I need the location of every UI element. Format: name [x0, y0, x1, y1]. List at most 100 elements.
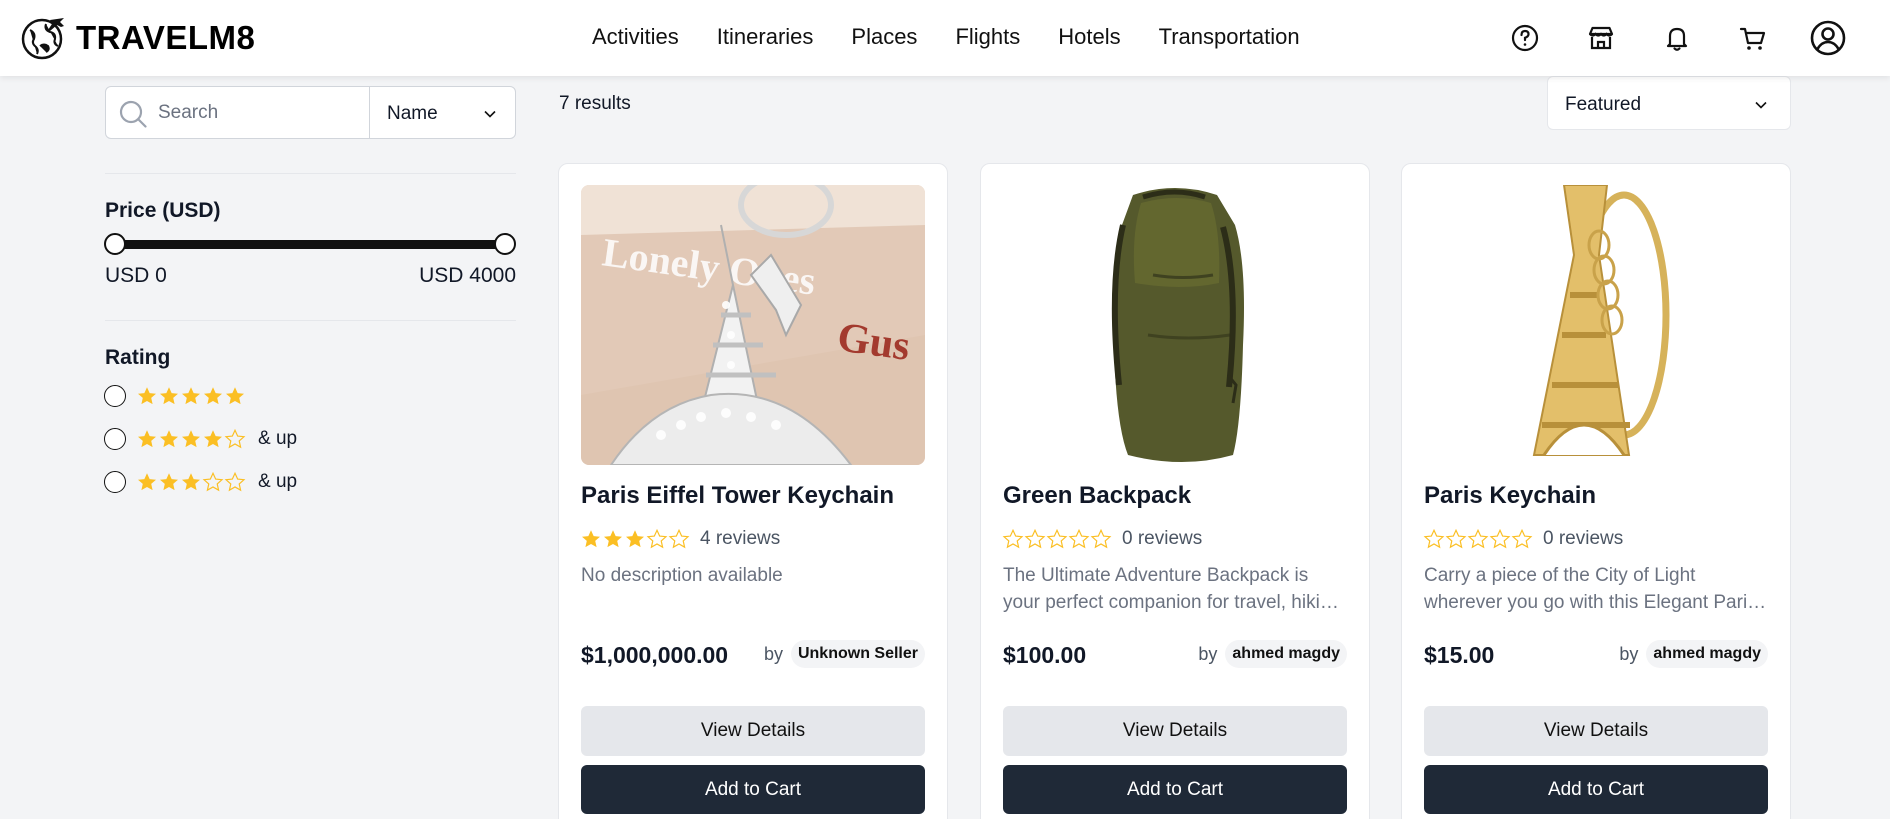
product-rating: 0 reviews [1423, 528, 1623, 550]
product-card: Paris Keychain 0 reviews Carry a piece o… [1401, 163, 1791, 819]
star-filled-icon [158, 471, 180, 493]
search-bar [105, 86, 370, 139]
divider [105, 320, 516, 321]
product-rating: 0 reviews [1002, 528, 1202, 550]
product-price: $100.00 [1003, 642, 1087, 668]
by-label: by [763, 643, 783, 664]
star-empty-icon [1423, 528, 1445, 550]
star-filled-icon [580, 528, 602, 550]
star-filled-icon [180, 428, 202, 450]
store-icon[interactable] [1583, 20, 1619, 56]
star-empty-icon [1489, 528, 1511, 550]
product-title[interactable]: Paris Eiffel Tower Keychain [581, 482, 894, 510]
nav-itineraries[interactable]: Itineraries [717, 22, 814, 52]
rating-option-3-up[interactable]: & up [104, 471, 297, 493]
review-count: 0 reviews [1122, 528, 1203, 549]
star-filled-icon [136, 428, 158, 450]
product-image[interactable] [1003, 185, 1347, 465]
rating-suffix: & up [258, 428, 298, 449]
product-title[interactable]: Green Backpack [1003, 482, 1191, 510]
star-empty-icon [1002, 528, 1024, 550]
star-empty-icon [1068, 528, 1090, 550]
view-details-button[interactable]: View Details [581, 706, 925, 756]
help-icon[interactable] [1507, 20, 1543, 56]
bell-icon[interactable] [1659, 20, 1695, 56]
nav-flights[interactable]: Flights [955, 22, 1020, 52]
star-empty-icon [646, 528, 668, 550]
star-empty-icon [1046, 528, 1068, 550]
view-details-button[interactable]: View Details [1003, 706, 1347, 756]
sort-by-select[interactable]: Name [369, 86, 516, 139]
price-slider-max-handle[interactable] [494, 233, 516, 255]
star-filled-icon [602, 528, 624, 550]
product-image[interactable] [1424, 185, 1768, 465]
star-empty-icon [1445, 528, 1467, 550]
rating-suffix: & up [258, 471, 298, 492]
star-empty-icon [1090, 528, 1112, 550]
cart-icon[interactable] [1735, 20, 1771, 56]
main-nav: Activities Itineraries Places Flights Ho… [592, 22, 1338, 52]
chevron-down-icon [484, 110, 496, 118]
price-min-label: USD 0 [105, 264, 167, 287]
product-description: The Ultimate Adventure Backpack is your … [1003, 565, 1347, 613]
sort-by-value: Name [387, 103, 438, 124]
chevron-down-icon [1755, 101, 1767, 109]
product-title[interactable]: Paris Keychain [1424, 482, 1596, 510]
product-price: $15.00 [1424, 642, 1495, 668]
product-description: No description available [581, 565, 783, 586]
add-to-cart-button[interactable]: Add to Cart [1003, 765, 1347, 814]
price-slider-min-handle[interactable] [104, 233, 126, 255]
nav-places[interactable]: Places [851, 22, 917, 52]
rating-stars [1423, 528, 1533, 550]
user-icon[interactable] [1808, 18, 1848, 58]
rating-stars [136, 428, 246, 450]
rating-radio[interactable] [104, 428, 126, 450]
star-empty-icon [224, 428, 246, 450]
star-empty-icon [224, 471, 246, 493]
star-filled-icon [202, 428, 224, 450]
star-filled-icon [624, 528, 646, 550]
seller-info: by ahmed magdy [1619, 640, 1768, 668]
star-filled-icon [180, 471, 202, 493]
rating-radio[interactable] [104, 385, 126, 407]
price-max-label: USD 4000 [419, 264, 516, 287]
rating-option-5[interactable] [104, 385, 246, 407]
search-icon [119, 100, 147, 128]
by-label: by [1198, 643, 1218, 664]
price-filter-title: Price (USD) [105, 199, 221, 222]
star-filled-icon [180, 385, 202, 407]
star-filled-icon [158, 428, 180, 450]
view-details-button[interactable]: View Details [1424, 706, 1768, 756]
star-filled-icon [136, 385, 158, 407]
rating-stars [1002, 528, 1112, 550]
by-label: by [1619, 643, 1639, 664]
product-card: Lonely Ones Gus Paris Eiffel Tower Keych… [558, 163, 948, 819]
star-filled-icon [136, 471, 158, 493]
seller-name: ahmed magdy [1646, 640, 1768, 668]
nav-transportation[interactable]: Transportation [1159, 22, 1300, 52]
nav-activities[interactable]: Activities [592, 22, 679, 52]
star-filled-icon [224, 385, 246, 407]
star-empty-icon [668, 528, 690, 550]
brand-logo[interactable]: TRAVELM8 [20, 16, 255, 60]
rating-filter-title: Rating [105, 346, 171, 369]
sort-order-select[interactable]: Featured [1547, 76, 1791, 130]
star-empty-icon [1511, 528, 1533, 550]
rating-option-4-up[interactable]: & up [104, 428, 297, 450]
rating-radio[interactable] [104, 471, 126, 493]
top-navbar: TRAVELM8 Activities Itineraries Places F… [0, 0, 1890, 76]
search-input[interactable] [158, 97, 358, 129]
brand-name: TRAVELM8 [76, 19, 256, 56]
star-empty-icon [1024, 528, 1046, 550]
add-to-cart-button[interactable]: Add to Cart [581, 765, 925, 814]
price-slider-track[interactable] [115, 240, 505, 249]
add-to-cart-button[interactable]: Add to Cart [1424, 765, 1768, 814]
review-count: 0 reviews [1543, 528, 1624, 549]
nav-hotels[interactable]: Hotels [1058, 22, 1120, 52]
sort-order-value: Featured [1565, 94, 1642, 115]
product-image[interactable]: Lonely Ones Gus [581, 185, 925, 465]
product-description: Carry a piece of the City of Light where… [1424, 565, 1757, 613]
rating-stars [136, 385, 246, 407]
star-empty-icon [1467, 528, 1489, 550]
seller-info: by ahmed magdy [1198, 640, 1347, 668]
